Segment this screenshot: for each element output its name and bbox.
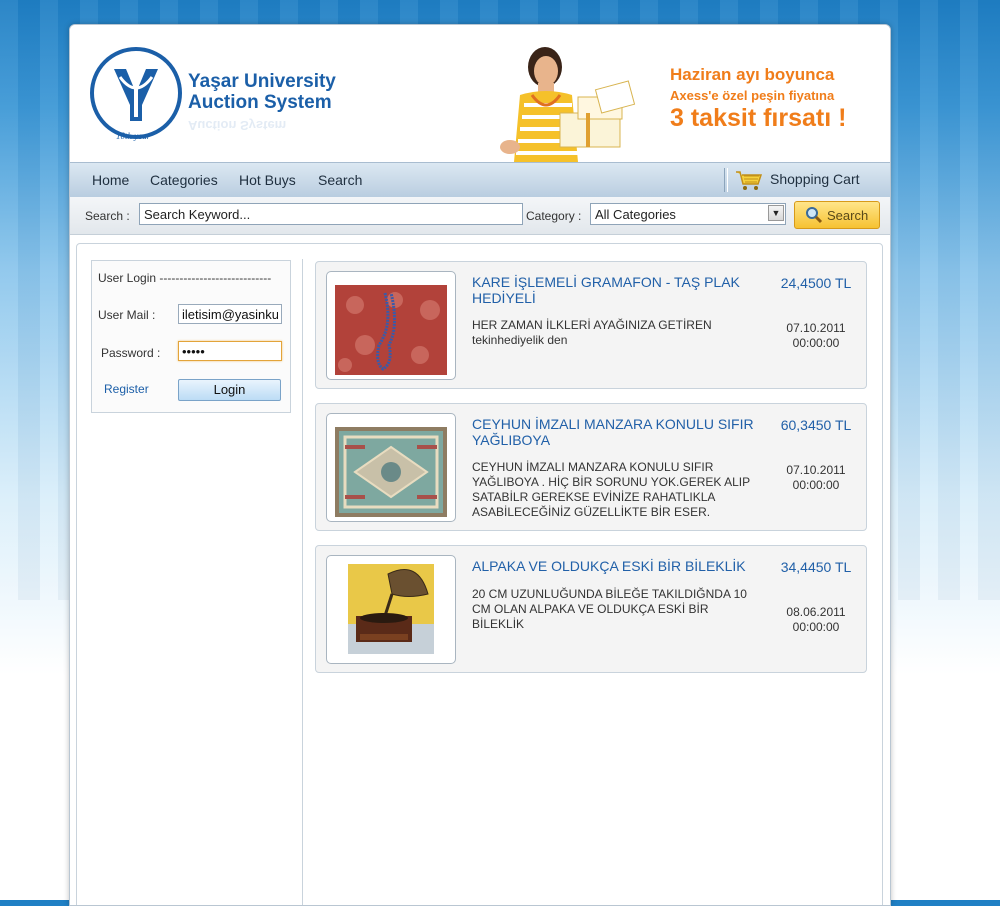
product-description: 20 CM UZUNLUĞUNDA BİLEĞE TAKILDIĞNDA 10 … (472, 587, 747, 631)
product-card: CEYHUN İMZALI MANZARA KONULU SIFIR YAĞLI… (315, 403, 867, 531)
category-label: Category : (526, 209, 582, 223)
product-date-day: 07.10.2011 (786, 463, 846, 477)
product-date: 08.06.2011 00:00:00 (771, 605, 861, 635)
nav-search[interactable]: Search (318, 172, 362, 188)
user-mail-label: User Mail : (98, 308, 156, 322)
logo-badge: 10th year (116, 131, 151, 141)
password-label: Password : (101, 346, 161, 360)
product-card: KARE İŞLEMELİ GRAMAFON - TAŞ PLAK HEDİYE… (315, 261, 867, 389)
column-divider (302, 259, 303, 905)
user-mail-field[interactable] (178, 304, 282, 324)
nav-separator (724, 168, 728, 192)
site-title[interactable]: Yaşar University Auction System (188, 71, 336, 113)
product-card: ALPAKA VE OLDUKÇA ESKİ BİR BİLEKLİK 20 C… (315, 545, 867, 673)
nav-home[interactable]: Home (92, 172, 129, 188)
university-logo-icon[interactable] (90, 47, 182, 139)
site-title-line2: Auction System (188, 92, 332, 113)
promo-line2: Axess'e özel peşin fiyatına (670, 88, 835, 103)
product-price: 60,3450 TL (780, 417, 852, 433)
chevron-down-icon[interactable]: ▼ (768, 205, 784, 221)
search-bar: Search : Category : All Categories ▼ Sea… (70, 197, 890, 235)
product-date-time: 00:00:00 (792, 620, 840, 634)
necklace-image (335, 285, 447, 375)
product-description: CEYHUN İMZALI MANZARA KONULU SIFIR YAĞLI… (472, 460, 750, 519)
product-title[interactable]: ALPAKA VE OLDUKÇA ESKİ BİR BİLEKLİK (472, 558, 762, 574)
site-title-reflection: Auction System (188, 118, 287, 133)
category-select-value: All Categories (595, 207, 676, 222)
promo-line1: Haziran ayı boyunca (670, 65, 835, 84)
main-content: User Login ---------------------------- … (76, 243, 883, 905)
product-title[interactable]: CEYHUN İMZALI MANZARA KONULU SIFIR YAĞLI… (472, 416, 762, 448)
search-input[interactable] (139, 203, 523, 225)
product-thumbnail[interactable] (326, 271, 456, 380)
search-button-label: Search (827, 208, 869, 223)
page-container: Yaşar University Auction System 10th yea… (69, 24, 891, 906)
product-price: 24,4500 TL (780, 275, 852, 291)
product-price: 34,4450 TL (780, 559, 852, 575)
product-date-day: 08.06.2011 (786, 605, 846, 619)
search-button[interactable]: Search (794, 201, 880, 229)
main-nav: Home Categories Hot Buys Search Shopping… (70, 162, 890, 198)
promo-line3: 3 taksit fırsatı ! (670, 104, 847, 132)
password-field[interactable] (178, 341, 282, 361)
product-date-time: 00:00:00 (792, 336, 840, 350)
nav-hot-buys[interactable]: Hot Buys (239, 172, 296, 188)
product-date: 07.10.2011 00:00:00 (771, 321, 861, 351)
register-link[interactable]: Register (104, 382, 149, 396)
product-description: HER ZAMAN İLKLERİ AYAĞINIZA GETİREN teki… (472, 318, 712, 347)
product-date-time: 00:00:00 (792, 478, 840, 492)
login-title: User Login ---------------------------- (98, 271, 272, 285)
banner-woman-with-gifts-image (500, 47, 636, 162)
product-thumbnail[interactable] (326, 555, 456, 664)
login-button[interactable]: Login (178, 379, 281, 401)
login-panel: User Login ---------------------------- … (91, 260, 291, 413)
magnifier-icon (806, 207, 823, 224)
shopping-cart-icon[interactable] (734, 168, 762, 192)
product-thumbnail[interactable] (326, 413, 456, 522)
gramophone-image (348, 564, 434, 654)
product-date: 07.10.2011 00:00:00 (771, 463, 861, 493)
category-select[interactable]: All Categories ▼ (590, 203, 786, 225)
site-title-line1: Yaşar University (188, 71, 336, 92)
search-label: Search : (85, 209, 130, 223)
shopping-cart-link[interactable]: Shopping Cart (770, 171, 860, 187)
promo-banner[interactable]: Haziran ayı boyunca Axess'e özel peşin f… (670, 65, 855, 133)
header: Yaşar University Auction System 10th yea… (70, 25, 890, 162)
product-title[interactable]: KARE İŞLEMELİ GRAMAFON - TAŞ PLAK HEDİYE… (472, 274, 762, 306)
painting-image (335, 427, 447, 517)
nav-categories[interactable]: Categories (150, 172, 218, 188)
product-date-day: 07.10.2011 (786, 321, 846, 335)
